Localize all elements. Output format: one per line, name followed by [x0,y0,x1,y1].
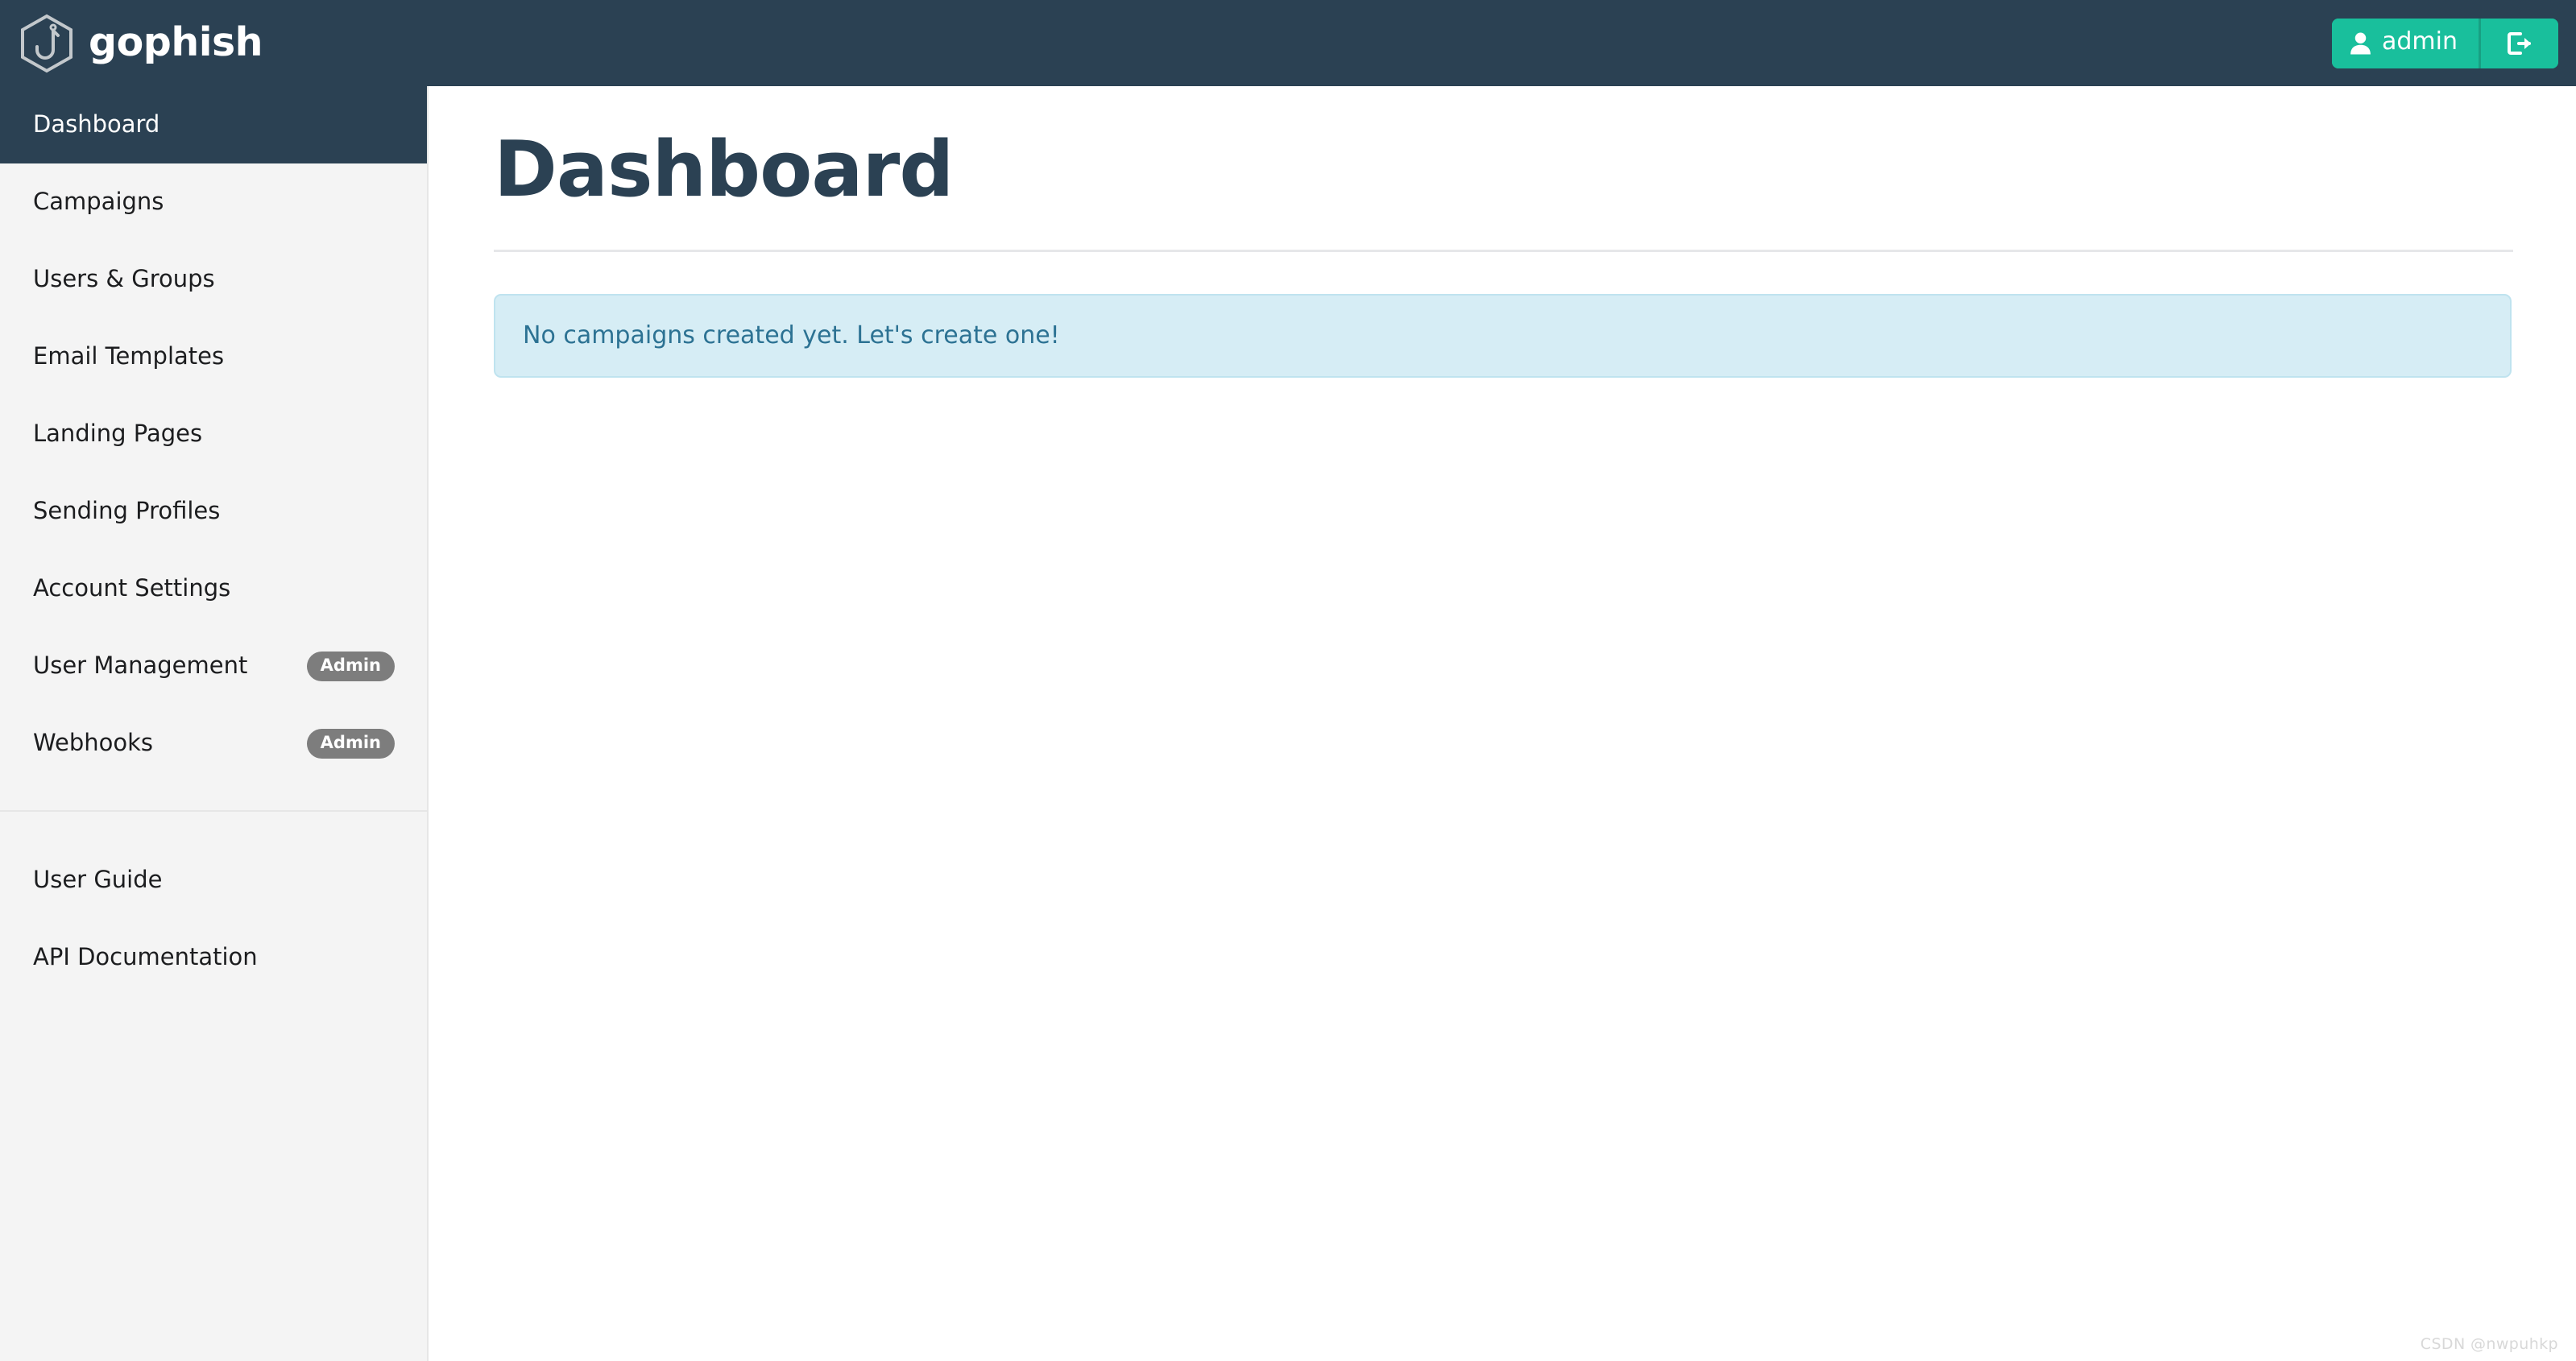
sidebar-item-webhooks[interactable]: Webhooks Admin [0,705,427,782]
no-campaigns-alert: No campaigns created yet. Let's create o… [494,294,2512,378]
sidebar-item-label: API Documentation [33,942,258,970]
brand-name: gophish [89,19,263,65]
sidebar-item-label: User Management [33,651,248,679]
user-menu-button[interactable]: admin [2332,18,2479,68]
top-navigation-bar: gophish admin [0,0,2576,86]
sidebar-item-label: User Guide [33,865,163,893]
gophish-hexagon-hook-logo-icon [18,13,76,74]
user-controls-group: admin [2332,18,2558,68]
watermark: CSDN @nwpuhkp [2420,1335,2558,1353]
admin-badge: Admin [306,728,395,759]
sidebar-item-label: Dashboard [33,110,160,138]
user-icon [2350,31,2371,56]
page-title: Dashboard [494,126,954,214]
sidebar-item-label: Account Settings [33,573,231,602]
sidebar-item-users-groups[interactable]: Users & Groups [0,241,427,318]
admin-badge: Admin [306,651,395,681]
alert-message: No campaigns created yet. Let's create o… [523,321,1060,350]
sidebar-navigation: Dashboard Campaigns Users & Groups Email… [0,86,429,1361]
logout-button[interactable] [2481,18,2558,68]
sidebar-item-dashboard[interactable]: Dashboard [0,86,427,163]
sign-out-icon [2506,31,2533,56]
sidebar-item-label: Users & Groups [33,264,215,292]
sidebar-item-account-settings[interactable]: Account Settings [0,550,427,627]
sidebar-item-user-management[interactable]: User Management Admin [0,627,427,705]
sidebar-item-sending-profiles[interactable]: Sending Profiles [0,473,427,550]
sidebar-item-label: Email Templates [33,341,225,370]
brand-home-link[interactable]: gophish [0,0,263,86]
sidebar-item-landing-pages[interactable]: Landing Pages [0,395,427,473]
user-name-label: admin [2382,27,2458,56]
main-content: Dashboard No campaigns created yet. Let'… [430,86,2576,1361]
sidebar-item-label: Campaigns [33,187,164,215]
page-title-rule [494,250,2513,252]
sidebar-item-user-guide[interactable]: User Guide [0,842,427,919]
sidebar-item-campaigns[interactable]: Campaigns [0,163,427,241]
sidebar-item-label: Sending Profiles [33,496,221,524]
sidebar-item-email-templates[interactable]: Email Templates [0,318,427,395]
sidebar-item-api-documentation[interactable]: API Documentation [0,919,427,996]
sidebar-item-label: Landing Pages [33,419,203,447]
sidebar-item-label: Webhooks [33,728,153,756]
sidebar-divider [0,810,427,812]
